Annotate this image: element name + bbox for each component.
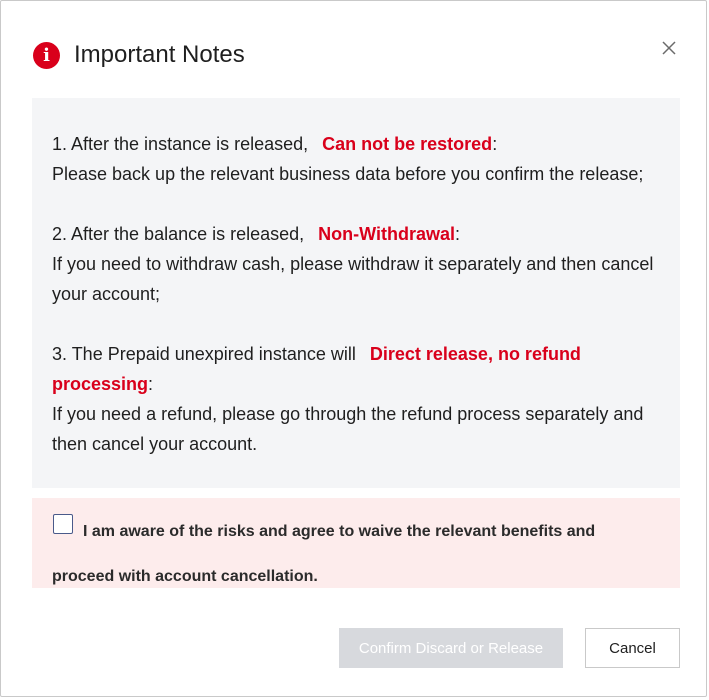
important-notes-dialog: i Important Notes 1. After the instance … [0, 0, 707, 697]
note-prefix: 1. After the instance is released, [52, 134, 309, 154]
confirm-release-button[interactable]: Confirm Discard or Release [339, 628, 563, 668]
note-colon: : [148, 374, 154, 394]
dialog-title: Important Notes [74, 41, 245, 68]
note-colon: : [455, 224, 461, 244]
note-prefix: 3. The Prepaid unexpired instance will [52, 344, 356, 364]
cancel-button[interactable]: Cancel [585, 628, 680, 668]
notes-panel: 1. After the instance is released, Can no… [32, 98, 680, 488]
note-body: If you need a refund, please go through … [52, 404, 644, 454]
note-item: 1. After the instance is released, Can no… [52, 129, 660, 189]
agreement-panel: I am aware of the risks and agree to wai… [32, 498, 680, 588]
close-icon [662, 41, 676, 55]
note-warning: Non-Withdrawal [318, 224, 455, 244]
note-colon: : [492, 134, 498, 154]
agreement-checkbox[interactable] [53, 513, 73, 534]
note-body: Please back up the relevant business dat… [52, 164, 644, 184]
note-item: 3. The Prepaid unexpired instance will Di… [52, 339, 660, 459]
agreement-label[interactable]: I am aware of the risks and agree to wai… [52, 523, 595, 585]
note-item: 2. After the balance is released, Non-Wit… [52, 219, 660, 309]
note-prefix: 2. After the balance is released, [52, 224, 305, 244]
note-body: If you need to withdraw cash, please wit… [52, 254, 654, 304]
alert-info-icon: i [33, 42, 60, 69]
note-warning: Can not be restored [322, 134, 493, 154]
close-button[interactable] [658, 37, 680, 59]
